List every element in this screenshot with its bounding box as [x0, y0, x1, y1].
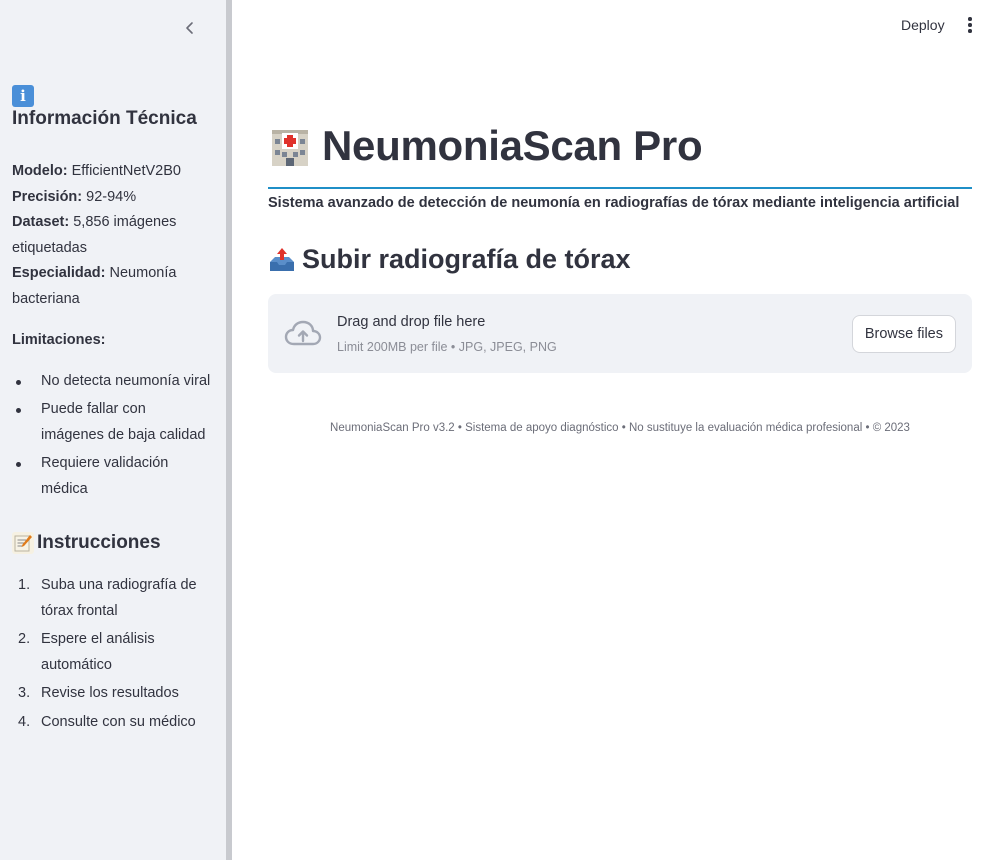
spec-label: Modelo:	[12, 163, 68, 179]
upload-heading-row: Subir radiografía de tórax	[268, 244, 631, 275]
instructions-list: 1. Suba una radiografía de tórax frontal …	[12, 573, 212, 735]
list-number: 2.	[18, 631, 31, 647]
memo-icon	[12, 532, 34, 554]
instructions-heading-text: Instrucciones	[37, 532, 161, 553]
dropzone-limits: Limit 200MB per file • JPG, JPEG, PNG	[337, 340, 557, 354]
page-title: NeumoniaScan Pro	[322, 122, 703, 169]
limitations-label: Limitaciones:	[12, 328, 212, 354]
limitations-label-text: Limitaciones:	[12, 332, 106, 348]
spec-label: Precisión:	[12, 188, 83, 205]
list-item: Requiere validación médica	[12, 451, 212, 502]
inbox-tray-icon	[268, 246, 296, 274]
spec-model: Modelo: EfficientNetV2B0	[12, 159, 212, 185]
spec-label: Especialidad:	[12, 265, 106, 281]
spec-label: Dataset:	[12, 214, 70, 230]
list-text: Revise los resultados	[41, 685, 179, 701]
spec-dataset: Dataset: 5,856 imágenes etiquetadas	[12, 210, 212, 261]
list-item: 3. Revise los resultados	[12, 681, 212, 707]
spec-value: EfficientNetV2B0	[67, 163, 181, 179]
sidebar: i Información Técnica Modelo: EfficientN…	[0, 0, 226, 860]
deploy-button[interactable]: Deploy	[893, 12, 953, 38]
upload-heading: Subir radiografía de tórax	[302, 244, 631, 274]
sidebar-content: i Información Técnica Modelo: EfficientN…	[12, 84, 212, 738]
list-text: Consulte con su médico	[41, 713, 196, 730]
list-text: Suba una radiografía de tórax frontal	[41, 577, 197, 619]
title-row: NeumoniaScan Pro	[268, 122, 703, 170]
list-item: Puede fallar con imágenes de baja calida…	[12, 397, 212, 448]
chevron-left-icon[interactable]	[180, 18, 200, 38]
sidebar-resize-handle[interactable]	[226, 0, 232, 860]
dropzone-instruction: Drag and drop file here	[337, 314, 486, 330]
footer-text: NeumoniaScan Pro v3.2 • Sistema de apoyo…	[330, 422, 910, 434]
spec-precision: Precisión: 92-94%	[12, 185, 212, 211]
spec-value: 92-94%	[82, 188, 137, 205]
info-heading-text: Información Técnica	[12, 108, 197, 129]
list-item: 2. Espere el análisis automático	[12, 627, 212, 678]
cloud-upload-icon	[283, 319, 323, 349]
spec-specialty: Especialidad: Neumonía bacteriana	[12, 261, 212, 312]
instructions-heading: Instrucciones	[12, 531, 212, 555]
list-text: Espere el análisis automático	[41, 631, 155, 673]
list-item: 1. Suba una radiografía de tórax frontal	[12, 573, 212, 624]
page-subtitle: Sistema avanzado de detección de neumoní…	[268, 195, 960, 211]
hospital-icon	[268, 124, 312, 168]
browse-files-button[interactable]: Browse files	[851, 315, 956, 353]
list-number: 3.	[18, 685, 31, 701]
file-uploader-dropzone[interactable]: Drag and drop file here Limit 200MB per …	[268, 294, 972, 373]
list-number: 1.	[18, 577, 31, 593]
title-divider	[268, 187, 972, 189]
list-item: 4. Consulte con su médico	[12, 710, 212, 736]
list-number: 4.	[18, 713, 31, 730]
info-heading: i Información Técnica	[12, 84, 212, 131]
info-icon: i	[12, 85, 34, 107]
list-item: No detecta neumonía viral	[12, 369, 212, 395]
limitations-list: No detecta neumonía viral Puede fallar c…	[12, 369, 212, 503]
kebab-menu-icon[interactable]	[962, 14, 978, 36]
specs-block: Modelo: EfficientNetV2B0 Precisión: 92-9…	[12, 159, 212, 312]
